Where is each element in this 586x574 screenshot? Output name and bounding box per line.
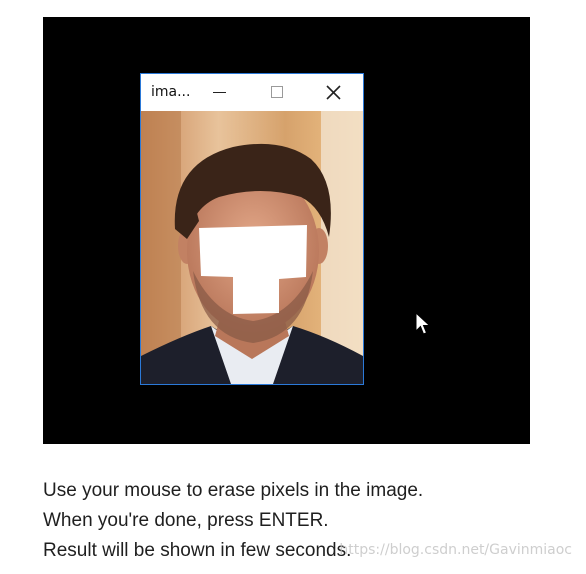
portrait-image [141, 111, 363, 384]
minimize-icon [213, 92, 226, 93]
maximize-icon [271, 86, 283, 98]
close-button[interactable] [311, 74, 357, 111]
instruction-line-erase: Use your mouse to erase pixels in the im… [43, 480, 424, 501]
display-area: ima... [43, 17, 530, 444]
instruction-line-enter: When you're done, press ENTER. [43, 510, 329, 531]
watermark: https://blog.csdn.net/Gavinmiaoc [339, 542, 572, 558]
window-titlebar[interactable]: ima... [141, 74, 363, 111]
window-title: ima... [151, 84, 191, 100]
image-window[interactable]: ima... [140, 73, 364, 385]
close-icon [326, 85, 341, 100]
maximize-button[interactable] [254, 74, 300, 111]
image-canvas[interactable] [141, 111, 363, 384]
minimize-button[interactable] [197, 74, 243, 111]
mouse-pointer-icon [415, 312, 431, 335]
